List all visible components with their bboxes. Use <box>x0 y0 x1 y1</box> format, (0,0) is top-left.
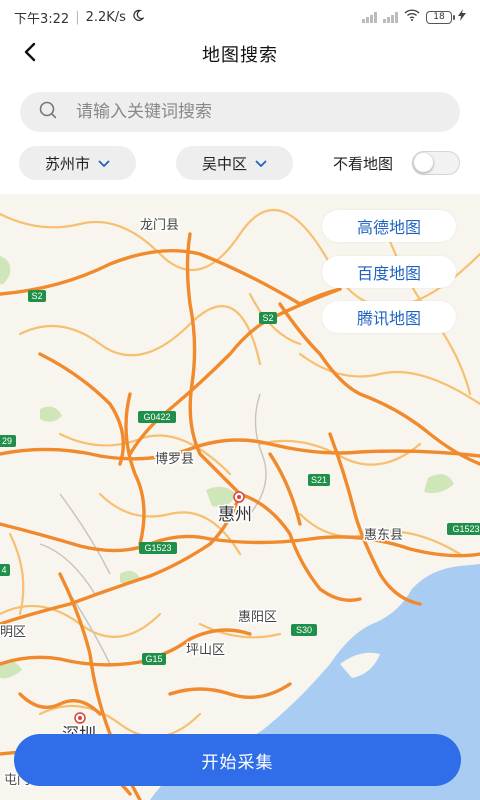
search-icon <box>38 100 58 124</box>
status-divider: | <box>75 9 80 25</box>
place-label: 惠阳区 <box>238 610 277 625</box>
filter-row: 苏州市 吴中区 不看地图 <box>0 146 480 180</box>
status-bar: 下午3:22 | 2.2K/s 18 <box>0 0 480 34</box>
status-speed: 2.2K/s <box>85 9 126 25</box>
road-shield-label: G0422 <box>143 412 170 422</box>
road-shield-label: S2 <box>31 291 42 301</box>
place-label: 博罗县 <box>155 452 194 467</box>
road-shield-label: S2 <box>262 313 273 323</box>
road-shield-label: G1523 <box>144 543 171 553</box>
road-shield: S2 <box>28 290 46 302</box>
status-right: 18 <box>362 9 466 25</box>
chevron-left-icon <box>23 42 37 66</box>
signal-hd-icon <box>383 11 398 23</box>
search-input[interactable] <box>76 102 416 122</box>
battery-level: 18 <box>433 12 445 22</box>
road-shield: 4 <box>0 564 10 576</box>
baidu-map-button[interactable]: 百度地图 <box>322 256 456 288</box>
chevron-down-icon <box>98 154 110 172</box>
district-select-value: 吴中区 <box>201 154 247 173</box>
hide-map-label: 不看地图 <box>333 155 394 173</box>
map-minor-roads <box>39 393 267 665</box>
road-shield: S2 <box>259 312 277 324</box>
chevron-down-icon <box>255 154 267 172</box>
place-label: 惠东县 <box>364 528 403 543</box>
status-left: 下午3:22 | 2.2K/s <box>14 8 145 27</box>
moon-icon <box>132 9 145 25</box>
place-label: 坪山区 <box>186 643 225 658</box>
road-shield: G0422 <box>138 411 176 423</box>
road-shield: G15 <box>142 653 166 665</box>
road-shield-label: S30 <box>296 625 312 635</box>
header: 地图搜索 <box>0 34 480 74</box>
baidu-map-label: 百度地图 <box>356 264 421 283</box>
road-shield-label: 29 <box>2 436 12 446</box>
road-shield: S30 <box>291 624 317 636</box>
city-select[interactable]: 苏州市 <box>19 146 136 180</box>
road-shield: 29 <box>0 435 16 447</box>
signal-icon <box>362 11 377 23</box>
road-shield-label: G15 <box>145 654 162 664</box>
back-button[interactable] <box>14 38 46 70</box>
charging-icon <box>458 9 466 25</box>
start-collect-button[interactable]: 开始采集 <box>14 734 461 786</box>
wifi-icon <box>404 9 420 25</box>
toggle-knob <box>414 153 433 172</box>
gaode-map-label: 高德地图 <box>356 218 421 237</box>
place-label: 龙门县 <box>140 218 179 233</box>
battery-icon: 18 <box>426 10 455 24</box>
place-label: 惠州 <box>218 505 252 525</box>
tencent-map-label: 腾讯地图 <box>356 309 421 328</box>
search-bar[interactable] <box>20 92 460 132</box>
road-shield-label: 4 <box>1 565 6 575</box>
road-shield-label: G1523 <box>452 524 479 534</box>
tencent-map-button[interactable]: 腾讯地图 <box>322 301 456 333</box>
road-shield-label: S21 <box>311 475 327 485</box>
page-title: 地图搜索 <box>202 45 278 66</box>
road-shield: G1523 <box>447 523 480 535</box>
road-shield: S21 <box>308 474 330 486</box>
city-select-value: 苏州市 <box>44 154 90 173</box>
status-time: 下午3:22 <box>14 11 70 27</box>
hide-map-toggle[interactable] <box>412 151 460 175</box>
start-collect-label: 开始采集 <box>201 752 274 772</box>
road-shield: G1523 <box>139 542 177 554</box>
place-label: 明区 <box>0 625 26 640</box>
gaode-map-button[interactable]: 高德地图 <box>322 210 456 242</box>
district-select[interactable]: 吴中区 <box>176 146 293 180</box>
